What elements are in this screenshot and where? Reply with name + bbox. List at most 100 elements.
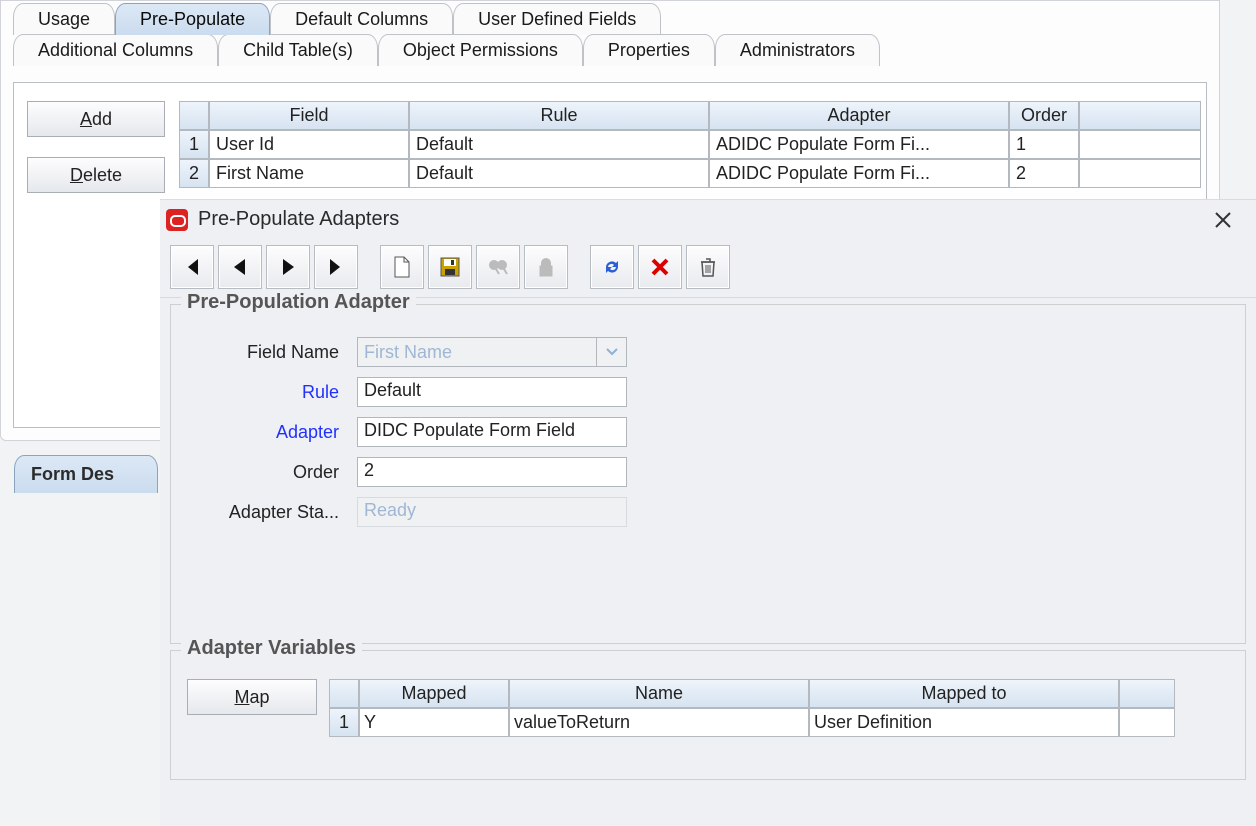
- col-adapter[interactable]: Adapter: [709, 101, 1009, 130]
- col-mapped[interactable]: Mapped: [359, 679, 509, 708]
- tab-label: Pre-Populate: [140, 9, 245, 29]
- label-adapter: Adapter: [187, 422, 357, 443]
- save-button[interactable]: [428, 245, 472, 289]
- cell-name: valueToReturn: [509, 708, 809, 737]
- next-record-button[interactable]: [266, 245, 310, 289]
- col-mapped-to[interactable]: Mapped to: [809, 679, 1119, 708]
- input-value: Ready: [364, 500, 416, 520]
- new-button[interactable]: [380, 245, 424, 289]
- tab-user-defined-fields[interactable]: User Defined Fields: [453, 3, 661, 35]
- button-label-rest: elete: [83, 165, 122, 185]
- table-row[interactable]: 1 Y valueToReturn User Definition: [329, 708, 1175, 737]
- tab-object-permissions[interactable]: Object Permissions: [378, 34, 583, 66]
- tab-label: Form Des: [31, 464, 114, 484]
- trash-button[interactable]: [686, 245, 730, 289]
- tab-label: Administrators: [740, 40, 855, 60]
- adapter-variables-group: Adapter Variables Map Mapped Name Mapped…: [170, 650, 1246, 780]
- prepopulate-adapters-dialog: Pre-Populate Adapters Pre-Population Ada…: [160, 199, 1256, 826]
- cell-spare: [1079, 130, 1201, 159]
- input-value: 2: [364, 460, 374, 480]
- groupbox-title: Adapter Variables: [181, 637, 362, 660]
- prev-record-button[interactable]: [218, 245, 262, 289]
- tab-default-columns[interactable]: Default Columns: [270, 3, 453, 35]
- cell-field: First Name: [209, 159, 409, 188]
- tabs-row-2: Additional Columns Child Table(s) Object…: [13, 34, 1219, 66]
- table-corner: [179, 101, 209, 130]
- col-order[interactable]: Order: [1009, 101, 1079, 130]
- adapter-field[interactable]: DIDC Populate Form Field: [357, 417, 627, 447]
- refresh-button[interactable]: [590, 245, 634, 289]
- cell-mapped-to: User Definition: [809, 708, 1119, 737]
- cell-spare: [1119, 708, 1175, 737]
- prepopulate-table: Field Rule Adapter Order 1 User Id Defau…: [179, 101, 1201, 188]
- add-button[interactable]: Add: [27, 101, 165, 137]
- dialog-titlebar: Pre-Populate Adapters: [160, 200, 1256, 241]
- tab-properties[interactable]: Properties: [583, 34, 715, 66]
- last-record-button[interactable]: [314, 245, 358, 289]
- button-label-rest: ap: [249, 687, 269, 707]
- table-row[interactable]: 2 First Name Default ADIDC Populate Form…: [179, 159, 1201, 188]
- tab-usage[interactable]: Usage: [13, 3, 115, 35]
- row-number: 2: [179, 159, 209, 188]
- find-button[interactable]: [476, 245, 520, 289]
- cell-field: User Id: [209, 130, 409, 159]
- field-name-combo[interactable]: First Name: [357, 337, 627, 367]
- prepopulation-adapter-group: Pre-Population Adapter Field Name First …: [170, 304, 1246, 644]
- tab-label: Object Permissions: [403, 40, 558, 60]
- delete-record-button[interactable]: [638, 245, 682, 289]
- rule-field[interactable]: Default: [357, 377, 627, 407]
- adapter-status-field: Ready: [357, 497, 627, 527]
- cell-spare: [1079, 159, 1201, 188]
- tab-label: Child Table(s): [243, 40, 353, 60]
- chevron-down-icon: [596, 338, 626, 366]
- tab-label: User Defined Fields: [478, 9, 636, 29]
- tab-administrators[interactable]: Administrators: [715, 34, 880, 66]
- label-field-name: Field Name: [187, 342, 357, 363]
- tab-child-tables[interactable]: Child Table(s): [218, 34, 378, 66]
- tab-label: Usage: [38, 9, 90, 29]
- combo-value: First Name: [364, 342, 452, 363]
- tab-label: Additional Columns: [38, 40, 193, 60]
- cell-adapter: ADIDC Populate Form Fi...: [709, 159, 1009, 188]
- tab-label: Properties: [608, 40, 690, 60]
- label-rule: Rule: [187, 382, 357, 403]
- button-label-first: D: [70, 165, 83, 185]
- table-corner: [329, 679, 359, 708]
- side-buttons: Add Delete: [27, 101, 165, 193]
- row-number: 1: [329, 708, 359, 737]
- dialog-title: Pre-Populate Adapters: [198, 208, 399, 231]
- oracle-logo-icon: [166, 209, 188, 231]
- table-row[interactable]: 1 User Id Default ADIDC Populate Form Fi…: [179, 130, 1201, 159]
- label-order: Order: [187, 462, 357, 483]
- close-icon[interactable]: [1214, 211, 1242, 229]
- table-header-row: Field Rule Adapter Order: [179, 101, 1201, 130]
- col-rule[interactable]: Rule: [409, 101, 709, 130]
- tab-pre-populate[interactable]: Pre-Populate: [115, 3, 270, 35]
- col-field[interactable]: Field: [209, 101, 409, 130]
- button-label-first: M: [234, 687, 249, 707]
- col-name[interactable]: Name: [509, 679, 809, 708]
- delete-button[interactable]: Delete: [27, 157, 165, 193]
- tab-form-designer[interactable]: Form Des: [14, 455, 158, 493]
- col-spare: [1079, 101, 1201, 130]
- cell-mapped: Y: [359, 708, 509, 737]
- button-label-rest: dd: [92, 109, 112, 129]
- label-adapter-status: Adapter Sta...: [187, 502, 357, 523]
- first-record-button[interactable]: [170, 245, 214, 289]
- tab-additional-columns[interactable]: Additional Columns: [13, 34, 218, 66]
- groupbox-title: Pre-Population Adapter: [181, 291, 416, 314]
- adapter-variables-table: Mapped Name Mapped to 1 Y valueToReturn …: [329, 679, 1175, 737]
- input-value: DIDC Populate Form Field: [364, 420, 575, 440]
- cell-order: 1: [1009, 130, 1079, 159]
- cell-order: 2: [1009, 159, 1079, 188]
- order-field[interactable]: 2: [357, 457, 627, 487]
- tab-label: Default Columns: [295, 9, 428, 29]
- cell-adapter: ADIDC Populate Form Fi...: [709, 130, 1009, 159]
- map-button[interactable]: Map: [187, 679, 317, 715]
- input-value: Default: [364, 380, 421, 400]
- dialog-toolbar: [160, 241, 1256, 298]
- lock-button[interactable]: [524, 245, 568, 289]
- row-number: 1: [179, 130, 209, 159]
- table-header-row: Mapped Name Mapped to: [329, 679, 1175, 708]
- cell-rule: Default: [409, 159, 709, 188]
